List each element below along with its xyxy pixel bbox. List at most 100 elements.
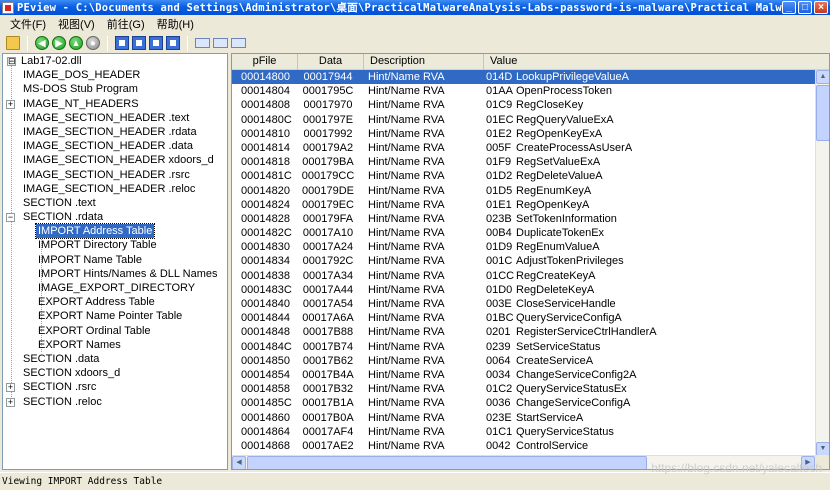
table-row[interactable]: 00014820 000179DE Hint/Name RVA 01D5 RegEnum… (232, 184, 815, 198)
table-row[interactable]: 0001485C 00017B1A Hint/Name RVA 0036 ChangeS… (232, 396, 815, 410)
tree-item[interactable]: − SECTION .rdata (3, 210, 227, 224)
tree-item-label: Lab17-02.dll (21, 55, 82, 67)
view-byte-icon[interactable] (195, 38, 210, 48)
collapse-icon[interactable]: − (6, 213, 15, 223)
scroll-left-icon[interactable]: ◀ (232, 456, 246, 469)
menu-help[interactable]: 帮助(H) (151, 16, 200, 32)
scroll-up-icon[interactable]: ▲ (816, 70, 829, 84)
table-row[interactable]: 00014844 00017A6A Hint/Name RVA 01BC QuerySe… (232, 311, 815, 325)
cell-description: Hint/Name RVA (368, 99, 445, 112)
menu-file[interactable]: 文件(F) (4, 16, 52, 32)
tree-item[interactable]: IMAGE_SECTION_HEADER .rsrc (3, 168, 227, 182)
scroll-down-icon[interactable]: ▼ (816, 442, 829, 456)
tree-item[interactable]: IMPORT Hints/Names & DLL Names (3, 267, 227, 281)
table-row[interactable]: 00014868 00017AE2 Hint/Name RVA 0042 Control… (232, 439, 815, 453)
table-row[interactable]: 00014828 000179FA Hint/Name RVA 023B SetToke… (232, 212, 815, 226)
table-row[interactable]: 00014860 00017B0A Hint/Name RVA 023E StartSe… (232, 411, 815, 425)
expand-icon[interactable]: + (6, 383, 15, 393)
table-row[interactable]: 00014818 000179BA Hint/Name RVA 01F9 RegSetV… (232, 155, 815, 169)
table-row[interactable]: 0001483C 00017A44 Hint/Name RVA 01D0 RegDele… (232, 283, 815, 297)
page-prev-icon[interactable] (115, 36, 129, 50)
tree-item[interactable]: IMAGE_SECTION_HEADER .text (3, 111, 227, 125)
cell-value-hint: 0042 (486, 439, 511, 452)
cell-value-hint: 01D9 (486, 241, 513, 254)
maximize-button[interactable]: □ (798, 1, 812, 14)
column-header-pfile[interactable]: pFile (232, 54, 298, 70)
tree-item[interactable]: IMPORT Name Table (3, 253, 227, 267)
table-row[interactable]: 00014834 0001792C Hint/Name RVA 001C AdjustT… (232, 254, 815, 268)
view-word-icon[interactable] (213, 38, 228, 48)
tree-item[interactable]: IMPORT Directory Table (3, 238, 227, 252)
table-row[interactable]: 00014838 00017A34 Hint/Name RVA 01CC RegCrea… (232, 269, 815, 283)
close-button[interactable]: × (814, 1, 828, 14)
title-bar[interactable]: PEview - C:\Documents and Settings\Admin… (0, 0, 830, 15)
table-row[interactable]: 0001480C 0001797E Hint/Name RVA 01EC RegQuer… (232, 113, 815, 127)
table-row[interactable]: 00014830 00017A24 Hint/Name RVA 01D9 RegEnum… (232, 240, 815, 254)
tree-item[interactable]: IMAGE_SECTION_HEADER .reloc (3, 182, 227, 196)
cell-value-name: QueryServiceConfigA (516, 312, 622, 325)
vertical-scrollbar[interactable]: ▲ ▼ (815, 70, 829, 456)
table-row[interactable]: 00014808 00017970 Hint/Name RVA 01C9 RegClos… (232, 98, 815, 112)
tree-item[interactable]: EXPORT Name Pointer Table (3, 309, 227, 323)
table-row[interactable]: 00014814 000179A2 Hint/Name RVA 005F CreateP… (232, 141, 815, 155)
tree-item[interactable]: IMAGE_SECTION_HEADER .rdata (3, 125, 227, 139)
column-header-data[interactable]: Data (298, 54, 364, 70)
view-dword-icon[interactable] (231, 38, 246, 48)
page-last-icon[interactable] (166, 36, 180, 50)
back-icon[interactable]: ◀ (35, 36, 49, 50)
tree-item[interactable]: SECTION .text (3, 196, 227, 210)
collapse-icon[interactable]: ⊟ (7, 57, 16, 66)
menu-view[interactable]: 视图(V) (52, 16, 101, 32)
tree-item[interactable]: IMAGE_SECTION_HEADER xdoors_d (3, 153, 227, 167)
tree-item[interactable]: EXPORT Ordinal Table (3, 324, 227, 338)
tree-item[interactable]: ⊟ Lab17-02.dll (3, 54, 227, 68)
tree-pane[interactable]: ⊟ Lab17-02.dll IMAGE_DOS_HEADER MS-DOS Stub… (2, 53, 228, 470)
forward-icon[interactable]: ▶ (52, 36, 66, 50)
refresh-icon[interactable]: ● (86, 36, 100, 50)
table-row[interactable]: 0001481C 000179CC Hint/Name RVA 01D2 RegDele… (232, 169, 815, 183)
table-row[interactable]: 00014840 00017A54 Hint/Name RVA 003E CloseSe… (232, 297, 815, 311)
tree-item[interactable]: + SECTION .reloc (3, 395, 227, 409)
page-next-icon[interactable] (132, 36, 146, 50)
tree-item[interactable]: + IMAGE_NT_HEADERS (3, 97, 227, 111)
menu-go[interactable]: 前往(G) (101, 16, 151, 32)
table-row[interactable]: 00014864 00017AF4 Hint/Name RVA 01C1 QuerySe… (232, 425, 815, 439)
tree-item[interactable]: IMAGE_EXPORT_DIRECTORY (3, 281, 227, 295)
tree-item[interactable]: SECTION .data (3, 352, 227, 366)
column-header-value[interactable]: Value (484, 54, 829, 70)
expand-icon[interactable]: + (6, 397, 15, 407)
table-row[interactable]: 0001484C 00017B74 Hint/Name RVA 0239 SetServ… (232, 340, 815, 354)
table-row[interactable]: 00014824 000179EC Hint/Name RVA 01E1 RegOpen… (232, 198, 815, 212)
expand-icon[interactable]: + (6, 99, 15, 109)
open-folder-icon[interactable] (6, 36, 20, 50)
up-icon[interactable]: ▲ (69, 36, 83, 50)
tree-item[interactable]: + SECTION .rsrc (3, 380, 227, 394)
cell-pfile: 00014850 (241, 354, 290, 367)
tree-item[interactable]: IMAGE_SECTION_HEADER .data (3, 139, 227, 153)
tree-item[interactable]: SECTION xdoors_d (3, 366, 227, 380)
column-header-description[interactable]: Description (364, 54, 484, 70)
tree-item[interactable]: IMAGE_DOS_HEADER (3, 68, 227, 82)
tree-list: ⊟ Lab17-02.dll IMAGE_DOS_HEADER MS-DOS Stub… (3, 54, 227, 409)
cell-data: 0001792C (302, 255, 354, 268)
tree-item[interactable]: IMPORT Address Table (3, 223, 227, 240)
cell-data: 000179EC (302, 198, 354, 211)
table-row[interactable]: 00014848 00017B88 Hint/Name RVA 0201 Registe… (232, 325, 815, 339)
cell-pfile: 00014848 (241, 326, 290, 339)
cell-data: 000179A2 (302, 141, 354, 154)
scroll-thumb[interactable] (816, 85, 829, 141)
page-first-icon[interactable] (149, 36, 163, 50)
table-row[interactable]: 00014850 00017B62 Hint/Name RVA 0064 CreateS… (232, 354, 815, 368)
minimize-button[interactable]: _ (782, 1, 796, 14)
table-row[interactable]: 00014810 00017992 Hint/Name RVA 01E2 RegOpen… (232, 127, 815, 141)
table-row[interactable]: 0001482C 00017A10 Hint/Name RVA 00B4 Duplica… (232, 226, 815, 240)
tree-item-label: IMAGE_SECTION_HEADER .data (23, 140, 193, 153)
tree-item[interactable]: EXPORT Names (3, 338, 227, 352)
tree-item[interactable]: EXPORT Address Table (3, 295, 227, 309)
table-row[interactable]: 00014804 0001795C Hint/Name RVA 01AA OpenPro… (232, 84, 815, 98)
table-row[interactable]: 00014858 00017B32 Hint/Name RVA 01C2 QuerySe… (232, 382, 815, 396)
table-row[interactable]: 00014854 00017B4A Hint/Name RVA 0034 ChangeS… (232, 368, 815, 382)
tree-item[interactable]: MS-DOS Stub Program (3, 82, 227, 96)
table-row[interactable]: 00014800 00017944 Hint/Name RVA 014D LookupP… (232, 70, 815, 85)
hscroll-thumb[interactable] (247, 456, 647, 469)
